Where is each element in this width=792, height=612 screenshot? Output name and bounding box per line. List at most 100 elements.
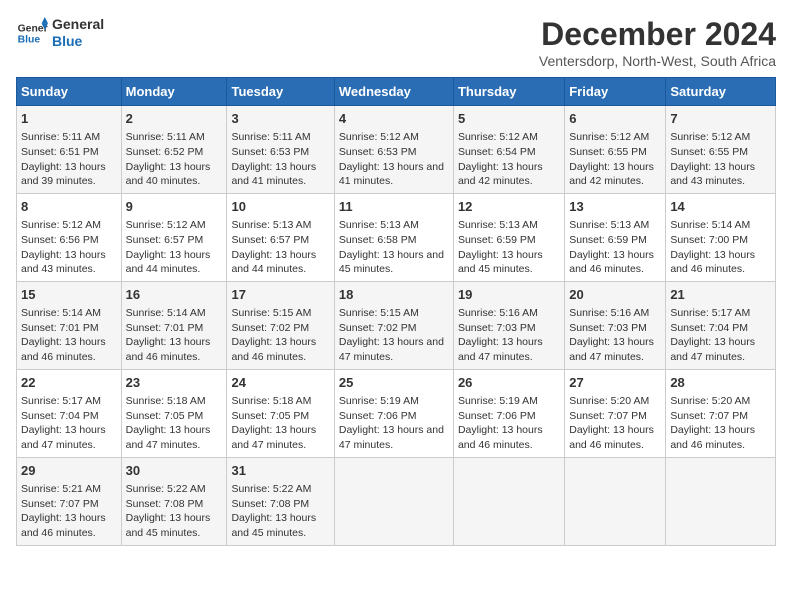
calendar-cell: 23Sunrise: 5:18 AMSunset: 7:05 PMDayligh… — [121, 369, 227, 457]
sunrise: Sunrise: 5:22 AM — [231, 483, 311, 495]
sunrise: Sunrise: 5:13 AM — [458, 219, 538, 231]
sunset: Sunset: 6:56 PM — [21, 234, 99, 246]
sunrise: Sunrise: 5:12 AM — [569, 131, 649, 143]
sunrise: Sunrise: 5:15 AM — [231, 307, 311, 319]
day-number: 8 — [21, 198, 117, 216]
day-number: 5 — [458, 110, 560, 128]
calendar-cell: 5Sunrise: 5:12 AMSunset: 6:54 PMDaylight… — [453, 106, 564, 194]
calendar-cell: 10Sunrise: 5:13 AMSunset: 6:57 PMDayligh… — [227, 193, 334, 281]
day-number: 30 — [126, 462, 223, 480]
sunrise: Sunrise: 5:17 AM — [670, 307, 750, 319]
sunrise: Sunrise: 5:16 AM — [569, 307, 649, 319]
calendar-cell: 9Sunrise: 5:12 AMSunset: 6:57 PMDaylight… — [121, 193, 227, 281]
calendar-cell: 19Sunrise: 5:16 AMSunset: 7:03 PMDayligh… — [453, 281, 564, 369]
day-number: 26 — [458, 374, 560, 392]
calendar-cell: 20Sunrise: 5:16 AMSunset: 7:03 PMDayligh… — [565, 281, 666, 369]
daylight: Daylight: 13 hours and 47 minutes. — [21, 424, 106, 451]
sunset: Sunset: 7:07 PM — [670, 410, 748, 422]
sunrise: Sunrise: 5:14 AM — [126, 307, 206, 319]
daylight: Daylight: 13 hours and 47 minutes. — [339, 336, 444, 363]
sunrise: Sunrise: 5:20 AM — [569, 395, 649, 407]
sunset: Sunset: 6:59 PM — [569, 234, 647, 246]
sunrise: Sunrise: 5:17 AM — [21, 395, 101, 407]
day-number: 24 — [231, 374, 329, 392]
sunrise: Sunrise: 5:15 AM — [339, 307, 419, 319]
day-number: 3 — [231, 110, 329, 128]
day-header-monday: Monday — [121, 78, 227, 106]
sunrise: Sunrise: 5:12 AM — [339, 131, 419, 143]
sunset: Sunset: 6:52 PM — [126, 146, 204, 158]
sunset: Sunset: 7:00 PM — [670, 234, 748, 246]
daylight: Daylight: 13 hours and 46 minutes. — [231, 336, 316, 363]
daylight: Daylight: 13 hours and 47 minutes. — [339, 424, 444, 451]
sunset: Sunset: 6:53 PM — [231, 146, 309, 158]
header: General Blue General Blue December 2024 … — [16, 16, 776, 69]
calendar-cell — [666, 457, 776, 545]
daylight: Daylight: 13 hours and 39 minutes. — [21, 161, 106, 188]
calendar-cell: 26Sunrise: 5:19 AMSunset: 7:06 PMDayligh… — [453, 369, 564, 457]
sunset: Sunset: 7:04 PM — [21, 410, 99, 422]
calendar-cell: 17Sunrise: 5:15 AMSunset: 7:02 PMDayligh… — [227, 281, 334, 369]
daylight: Daylight: 13 hours and 47 minutes. — [569, 336, 654, 363]
sunrise: Sunrise: 5:11 AM — [21, 131, 100, 143]
calendar-cell: 14Sunrise: 5:14 AMSunset: 7:00 PMDayligh… — [666, 193, 776, 281]
calendar-cell: 4Sunrise: 5:12 AMSunset: 6:53 PMDaylight… — [334, 106, 453, 194]
day-number: 23 — [126, 374, 223, 392]
daylight: Daylight: 13 hours and 47 minutes. — [231, 424, 316, 451]
sunset: Sunset: 7:07 PM — [21, 498, 99, 510]
day-header-thursday: Thursday — [453, 78, 564, 106]
logo-line2: Blue — [52, 33, 104, 50]
sunrise: Sunrise: 5:13 AM — [231, 219, 311, 231]
sunset: Sunset: 7:04 PM — [670, 322, 748, 334]
daylight: Daylight: 13 hours and 42 minutes. — [569, 161, 654, 188]
day-header-friday: Friday — [565, 78, 666, 106]
day-number: 15 — [21, 286, 117, 304]
day-number: 13 — [569, 198, 661, 216]
sunrise: Sunrise: 5:16 AM — [458, 307, 538, 319]
calendar-cell: 6Sunrise: 5:12 AMSunset: 6:55 PMDaylight… — [565, 106, 666, 194]
sunset: Sunset: 7:01 PM — [21, 322, 99, 334]
daylight: Daylight: 13 hours and 43 minutes. — [670, 161, 755, 188]
day-number: 9 — [126, 198, 223, 216]
day-number: 11 — [339, 198, 449, 216]
sunrise: Sunrise: 5:13 AM — [339, 219, 419, 231]
day-number: 6 — [569, 110, 661, 128]
daylight: Daylight: 13 hours and 47 minutes. — [458, 336, 543, 363]
day-number: 25 — [339, 374, 449, 392]
sunrise: Sunrise: 5:12 AM — [458, 131, 538, 143]
sunset: Sunset: 7:03 PM — [458, 322, 536, 334]
sunset: Sunset: 6:57 PM — [231, 234, 309, 246]
calendar-cell: 22Sunrise: 5:17 AMSunset: 7:04 PMDayligh… — [17, 369, 122, 457]
day-number: 16 — [126, 286, 223, 304]
calendar-cell: 21Sunrise: 5:17 AMSunset: 7:04 PMDayligh… — [666, 281, 776, 369]
sunrise: Sunrise: 5:21 AM — [21, 483, 101, 495]
sunset: Sunset: 6:54 PM — [458, 146, 536, 158]
sunrise: Sunrise: 5:11 AM — [126, 131, 205, 143]
day-number: 31 — [231, 462, 329, 480]
calendar-cell: 16Sunrise: 5:14 AMSunset: 7:01 PMDayligh… — [121, 281, 227, 369]
day-number: 1 — [21, 110, 117, 128]
calendar-cell: 13Sunrise: 5:13 AMSunset: 6:59 PMDayligh… — [565, 193, 666, 281]
sunset: Sunset: 7:08 PM — [231, 498, 309, 510]
logo-line1: General — [52, 16, 104, 33]
sunset: Sunset: 7:06 PM — [458, 410, 536, 422]
calendar-cell — [334, 457, 453, 545]
sunset: Sunset: 6:57 PM — [126, 234, 204, 246]
calendar-cell: 8Sunrise: 5:12 AMSunset: 6:56 PMDaylight… — [17, 193, 122, 281]
calendar-cell: 27Sunrise: 5:20 AMSunset: 7:07 PMDayligh… — [565, 369, 666, 457]
day-number: 12 — [458, 198, 560, 216]
subtitle: Ventersdorp, North-West, South Africa — [539, 53, 776, 69]
daylight: Daylight: 13 hours and 47 minutes. — [126, 424, 211, 451]
sunset: Sunset: 7:05 PM — [126, 410, 204, 422]
calendar-cell: 12Sunrise: 5:13 AMSunset: 6:59 PMDayligh… — [453, 193, 564, 281]
daylight: Daylight: 13 hours and 46 minutes. — [126, 336, 211, 363]
sunset: Sunset: 6:51 PM — [21, 146, 99, 158]
daylight: Daylight: 13 hours and 46 minutes. — [458, 424, 543, 451]
daylight: Daylight: 13 hours and 45 minutes. — [231, 512, 316, 539]
daylight: Daylight: 13 hours and 44 minutes. — [126, 249, 211, 276]
daylight: Daylight: 13 hours and 46 minutes. — [21, 336, 106, 363]
sunset: Sunset: 7:06 PM — [339, 410, 417, 422]
calendar-cell: 1 Sunrise: 5:11 AM Sunset: 6:51 PM Daylight… — [17, 106, 122, 194]
daylight: Daylight: 13 hours and 45 minutes. — [126, 512, 211, 539]
sunset: Sunset: 6:55 PM — [670, 146, 748, 158]
